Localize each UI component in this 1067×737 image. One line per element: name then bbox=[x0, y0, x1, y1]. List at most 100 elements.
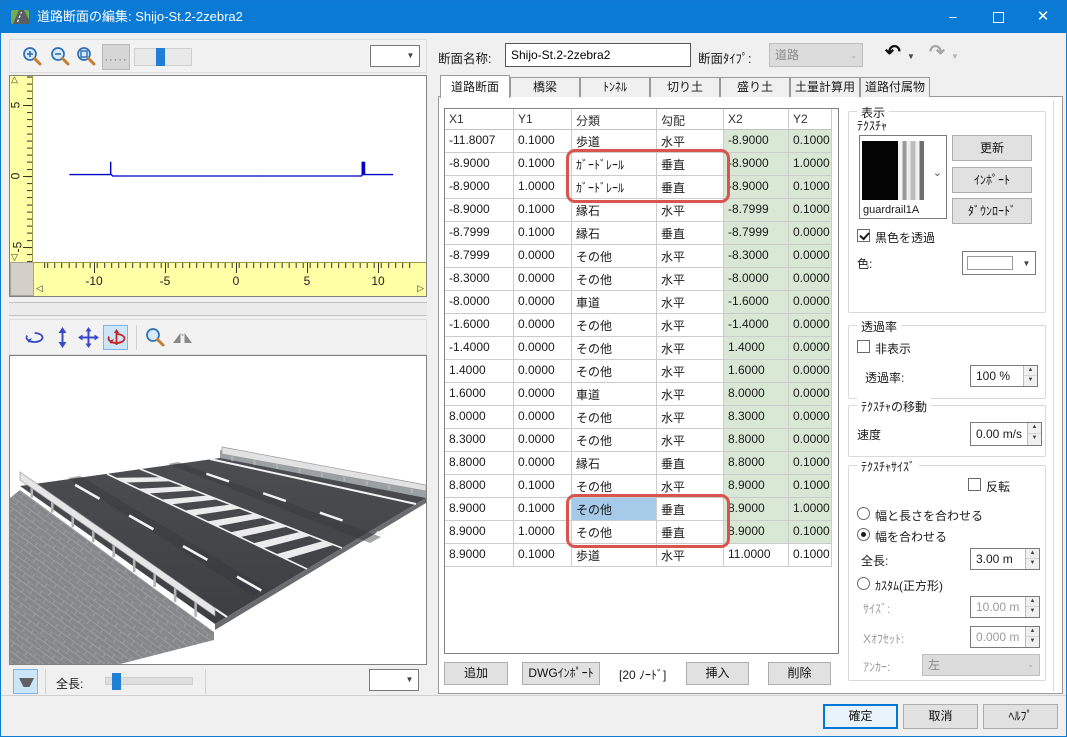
pan-vertical-button[interactable] bbox=[50, 325, 75, 350]
cell-x2[interactable]: 8.9000 bbox=[724, 498, 789, 521]
zoom-fit-button[interactable] bbox=[74, 44, 99, 69]
cell-y2[interactable]: 0.0000 bbox=[789, 360, 832, 383]
cell-slope[interactable]: 垂直 bbox=[657, 498, 724, 521]
cell-y2[interactable]: 0.0000 bbox=[789, 291, 832, 314]
cell-y1[interactable]: 0.0000 bbox=[514, 245, 572, 268]
fit-width-length-radio[interactable] bbox=[857, 507, 870, 520]
cell-y2[interactable]: 0.0000 bbox=[789, 222, 832, 245]
cell-y2[interactable]: 0.1000 bbox=[789, 130, 832, 153]
tab-6[interactable]: 道路付属物 bbox=[860, 77, 930, 97]
cell-slope[interactable]: 水平 bbox=[657, 360, 724, 383]
cell-x1[interactable]: -11.8007 bbox=[445, 130, 514, 153]
cell-x1[interactable]: 8.9000 bbox=[445, 521, 514, 544]
cell-y2[interactable]: 0.1000 bbox=[789, 199, 832, 222]
import-button[interactable]: ｲﾝﾎﾟｰﾄ bbox=[952, 167, 1032, 193]
cell-y2[interactable]: 0.0000 bbox=[789, 383, 832, 406]
cell-x2[interactable]: 8.0000 bbox=[724, 383, 789, 406]
cell-cls[interactable]: 車道 bbox=[572, 383, 657, 406]
profile-canvas[interactable] bbox=[34, 76, 426, 262]
cell-slope[interactable]: 垂直 bbox=[657, 176, 724, 199]
minimize-button[interactable]: – bbox=[930, 1, 976, 32]
cell-x2[interactable]: -8.7999 bbox=[724, 199, 789, 222]
cell-y1[interactable]: 0.0000 bbox=[514, 452, 572, 475]
ruler-arrow-left[interactable]: ◁ bbox=[36, 283, 43, 294]
cell-slope[interactable]: 垂直 bbox=[657, 521, 724, 544]
cross-section-table[interactable]: X1Y1分類勾配X2Y2-11.80070.1000歩道水平-8.90000.1… bbox=[444, 108, 839, 654]
chevron-down-icon[interactable]: ⌄ bbox=[933, 166, 942, 179]
cell-cls[interactable]: 車道 bbox=[572, 291, 657, 314]
cell-slope[interactable]: 垂直 bbox=[657, 153, 724, 176]
ruler-marker-top[interactable]: △ bbox=[11, 74, 18, 85]
cell-y2[interactable]: 0.1000 bbox=[789, 521, 832, 544]
cell-x2[interactable]: 8.8000 bbox=[724, 452, 789, 475]
cell-x2[interactable]: -1.4000 bbox=[724, 314, 789, 337]
cell-cls[interactable]: その他 bbox=[572, 245, 657, 268]
zoom-3d-button[interactable] bbox=[143, 325, 168, 350]
color-select[interactable]: ▼ bbox=[962, 251, 1036, 275]
cell-slope[interactable]: 水平 bbox=[657, 544, 724, 567]
cell-cls[interactable]: 縁石 bbox=[572, 452, 657, 475]
extrude-toggle-button[interactable] bbox=[13, 669, 38, 694]
maximize-button[interactable] bbox=[975, 1, 1021, 32]
cell-slope[interactable]: 水平 bbox=[657, 337, 724, 360]
zoom-out-button[interactable] bbox=[48, 44, 73, 69]
cell-x2[interactable]: 1.4000 bbox=[724, 337, 789, 360]
cell-x2[interactable]: 8.9000 bbox=[724, 475, 789, 498]
cell-x1[interactable]: -8.9000 bbox=[445, 176, 514, 199]
hide-checkbox[interactable] bbox=[857, 340, 870, 353]
update-button[interactable]: 更新 bbox=[952, 135, 1032, 161]
cell-y2[interactable]: 0.1000 bbox=[789, 176, 832, 199]
cell-y1[interactable]: 0.0000 bbox=[514, 268, 572, 291]
cell-x1[interactable]: 8.9000 bbox=[445, 498, 514, 521]
length-slider[interactable] bbox=[105, 677, 193, 685]
cell-x1[interactable]: -8.0000 bbox=[445, 291, 514, 314]
ok-button[interactable]: 確定 bbox=[823, 704, 898, 729]
cell-slope[interactable]: 水平 bbox=[657, 291, 724, 314]
download-button[interactable]: ﾀﾞｳﾝﾛｰﾄﾞ bbox=[952, 198, 1032, 224]
cell-x2[interactable]: -8.9000 bbox=[724, 153, 789, 176]
cell-x1[interactable]: -8.3000 bbox=[445, 268, 514, 291]
tab-1[interactable]: 橋梁 bbox=[510, 77, 580, 97]
tab-5[interactable]: 土量計算用 bbox=[790, 77, 860, 97]
total-length-spinner[interactable]: 3.00 m ▲▼ bbox=[970, 548, 1040, 570]
cell-slope[interactable]: 水平 bbox=[657, 130, 724, 153]
speed-spinner[interactable]: 0.00 m/s ▲▼ bbox=[970, 422, 1042, 446]
tab-0[interactable]: 道路断面 bbox=[440, 75, 510, 98]
cell-cls[interactable]: ｶﾞｰﾄﾞﾚｰﾙ bbox=[572, 176, 657, 199]
cell-y2[interactable]: 0.1000 bbox=[789, 544, 832, 567]
cell-cls[interactable]: その他 bbox=[572, 314, 657, 337]
cell-cls[interactable]: ｶﾞｰﾄﾞﾚｰﾙ bbox=[572, 153, 657, 176]
cell-slope[interactable]: 水平 bbox=[657, 475, 724, 498]
help-button[interactable]: ﾍﾙﾌﾟ bbox=[983, 704, 1058, 729]
cell-y2[interactable]: 1.0000 bbox=[789, 498, 832, 521]
cell-y2[interactable]: 0.0000 bbox=[789, 268, 832, 291]
cell-x2[interactable]: -8.9000 bbox=[724, 176, 789, 199]
fit-view-button[interactable] bbox=[170, 325, 195, 350]
background3d-color-select[interactable]: ▼ bbox=[369, 669, 419, 691]
cell-y1[interactable]: 0.1000 bbox=[514, 153, 572, 176]
splitter[interactable] bbox=[9, 302, 427, 316]
cell-x2[interactable]: 8.8000 bbox=[724, 429, 789, 452]
zoom-in-button[interactable] bbox=[20, 44, 45, 69]
cell-x1[interactable]: 1.6000 bbox=[445, 383, 514, 406]
cell-cls[interactable]: 歩道 bbox=[572, 130, 657, 153]
cell-x1[interactable]: 8.3000 bbox=[445, 429, 514, 452]
cell-x1[interactable]: 1.4000 bbox=[445, 360, 514, 383]
cell-x2[interactable]: -1.6000 bbox=[724, 291, 789, 314]
pan-button[interactable] bbox=[76, 325, 101, 350]
cell-slope[interactable]: 垂直 bbox=[657, 452, 724, 475]
cell-y1[interactable]: 0.1000 bbox=[514, 544, 572, 567]
transparency-rate-spinner[interactable]: 100 % ▲▼ bbox=[970, 365, 1038, 387]
custom-square-radio[interactable] bbox=[857, 577, 870, 590]
line-style-button[interactable]: ····· bbox=[102, 44, 130, 70]
tab-2[interactable]: ﾄﾝﾈﾙ bbox=[580, 77, 650, 97]
cell-cls[interactable]: 歩道 bbox=[572, 544, 657, 567]
cell-cls[interactable]: その他 bbox=[572, 406, 657, 429]
cell-y1[interactable]: 0.0000 bbox=[514, 360, 572, 383]
cell-x1[interactable]: 8.8000 bbox=[445, 475, 514, 498]
cell-y2[interactable]: 0.1000 bbox=[789, 452, 832, 475]
section-name-input[interactable] bbox=[505, 43, 691, 67]
fit-width-radio[interactable] bbox=[857, 528, 870, 541]
cell-x1[interactable]: -8.9000 bbox=[445, 153, 514, 176]
cell-x2[interactable]: -8.0000 bbox=[724, 268, 789, 291]
